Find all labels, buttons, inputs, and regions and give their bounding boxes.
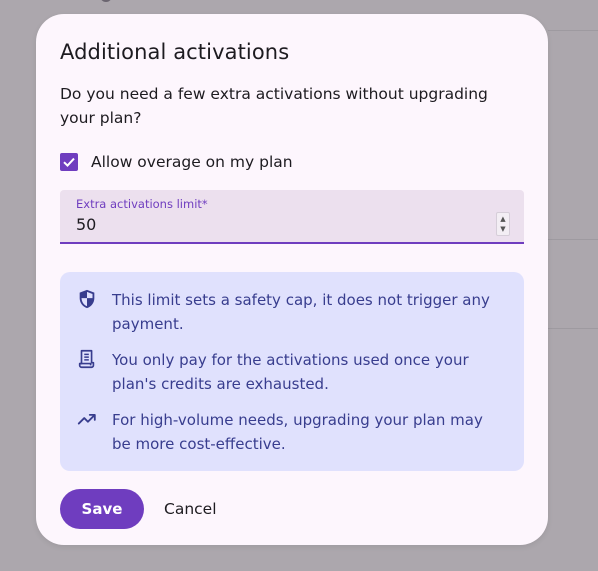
save-button[interactable]: Save bbox=[60, 489, 144, 529]
overage-checkbox[interactable] bbox=[60, 153, 78, 171]
background-divider-middle bbox=[548, 239, 598, 240]
background-divider-top bbox=[548, 30, 598, 31]
receipt-icon bbox=[78, 349, 95, 369]
cancel-button[interactable]: Cancel bbox=[156, 489, 225, 529]
background-search-mark bbox=[100, 0, 112, 2]
dialog-actions: Save Cancel bbox=[60, 489, 225, 529]
stepper-down-icon[interactable]: ▼ bbox=[500, 225, 505, 233]
additional-activations-dialog: Additional activations Do you need a few… bbox=[36, 14, 548, 545]
checkmark-icon bbox=[63, 157, 75, 168]
extra-activations-limit-label: Extra activations limit* bbox=[76, 197, 208, 211]
info-item-payment: You only pay for the activations used on… bbox=[76, 348, 506, 396]
trending-up-icon bbox=[77, 413, 96, 425]
stepper-up-icon[interactable]: ▲ bbox=[500, 215, 505, 223]
info-box: This limit sets a safety cap, it does no… bbox=[60, 272, 524, 471]
number-stepper[interactable]: ▲ ▼ bbox=[496, 212, 510, 236]
info-text-payment: You only pay for the activations used on… bbox=[112, 351, 469, 393]
info-item-safety-cap: This limit sets a safety cap, it does no… bbox=[76, 288, 506, 336]
dialog-description: Do you need a few extra activations with… bbox=[60, 85, 488, 127]
info-item-upgrade: For high-volume needs, upgrading your pl… bbox=[76, 408, 506, 456]
overage-checkbox-label[interactable]: Allow overage on my plan bbox=[91, 153, 293, 171]
info-text-upgrade: For high-volume needs, upgrading your pl… bbox=[112, 411, 483, 453]
background-divider-bottom bbox=[548, 328, 598, 329]
info-text-safety-cap: This limit sets a safety cap, it does no… bbox=[112, 291, 490, 333]
extra-activations-limit-input[interactable]: 50 bbox=[76, 215, 96, 234]
dialog-title: Additional activations bbox=[60, 40, 290, 64]
extra-activations-limit-field[interactable]: Extra activations limit* 50 ▲ ▼ bbox=[60, 190, 524, 244]
overage-checkbox-row[interactable]: Allow overage on my plan bbox=[60, 151, 293, 173]
shield-icon bbox=[79, 289, 95, 309]
